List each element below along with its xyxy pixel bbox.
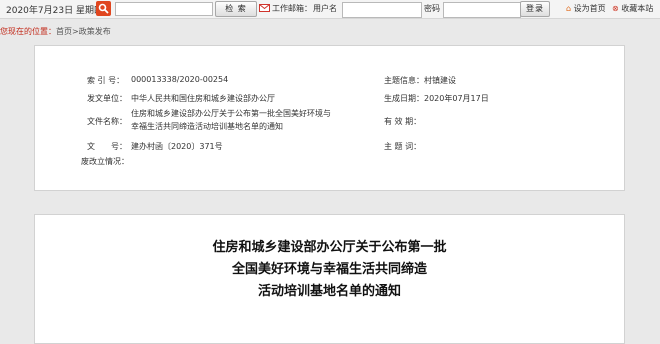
username-label: 用户名	[313, 4, 337, 13]
document-info-panel: 索 引 号： 000013338/2020-00254 主题信息： 村镇建设 发…	[34, 45, 625, 191]
index-label: 索 引 号：	[87, 76, 125, 85]
document-title-line-3: 活动培训基地名单的通知	[257, 284, 401, 299]
breadcrumb-current[interactable]: 政策发布	[79, 27, 111, 36]
issuer-value: 中华人民共和国住房和城乡建设部办公厅	[131, 94, 275, 103]
set-homepage-link[interactable]: ⌂ 设为首页	[566, 3, 606, 14]
docno-value: 建办村函〔2020〕371号	[131, 142, 223, 151]
index-value: 000013338/2020-00254	[131, 75, 229, 84]
search-input[interactable]	[115, 2, 213, 16]
filename-line-2: 幸福生活共同缔造活动培训基地名单的通知	[131, 122, 283, 131]
search-button[interactable]: 检 索	[215, 1, 257, 17]
login-button[interactable]: 登录	[520, 1, 550, 17]
breadcrumb-prefix: 您现在的位置：	[0, 27, 56, 36]
document-title-panel: 住房和城乡建设部办公厅关于公布第一批 全国美好环境与幸福生活共同缔造 活动培训基…	[34, 214, 625, 344]
favorite-icon: ⊗	[612, 4, 619, 13]
docno-label: 文 号：	[87, 142, 127, 151]
work-email-label: 工作邮箱：	[272, 4, 312, 13]
password-input[interactable]	[443, 2, 521, 18]
search-icon[interactable]	[96, 1, 111, 16]
topic-label: 主题信息：	[384, 76, 424, 85]
date-label: 生成日期：	[384, 94, 424, 103]
document-title-line-2: 全国美好环境与幸福生活共同缔造	[231, 262, 427, 277]
top-bar: 2020年7月23日 星期四 检 索 工作邮箱： 用户名 密码 登录 ⌂ 设为首…	[0, 0, 660, 19]
breadcrumb: 您现在的位置：首页>政策发布	[0, 26, 111, 37]
filename-label: 文件名称：	[87, 117, 127, 126]
topic-value: 村镇建设	[424, 76, 456, 85]
password-label: 密码	[424, 4, 440, 13]
home-icon: ⌂	[566, 4, 572, 13]
add-favorite-label: 收藏本站	[621, 4, 654, 13]
issuer-label: 发文单位：	[87, 94, 127, 103]
mail-icon	[259, 4, 270, 12]
document-title-line-1: 住房和城乡建设部办公厅关于公布第一批	[212, 240, 447, 255]
set-homepage-label: 设为首页	[573, 4, 606, 13]
date-value: 2020年07月17日	[424, 94, 489, 103]
document-title: 住房和城乡建设部办公厅关于公布第一批 全国美好环境与幸福生活共同缔造 活动培训基…	[35, 237, 624, 303]
breadcrumb-home[interactable]: 首页	[56, 27, 72, 36]
keywords-label: 主 题 词：	[384, 142, 422, 151]
validity-label: 有 效 期：	[384, 117, 422, 126]
breadcrumb-separator: >	[72, 27, 79, 36]
username-input[interactable]	[342, 2, 422, 18]
revision-label: 废改立情况：	[81, 157, 129, 166]
current-date: 2020年7月23日 星期四	[6, 6, 103, 16]
filename-line-1: 住房和城乡建设部办公厅关于公布第一批全国美好环境与	[131, 109, 331, 118]
filename-value: 住房和城乡建设部办公厅关于公布第一批全国美好环境与 幸福生活共同缔造活动培训基地…	[131, 107, 331, 133]
add-favorite-link[interactable]: ⊗ 收藏本站	[612, 3, 653, 14]
